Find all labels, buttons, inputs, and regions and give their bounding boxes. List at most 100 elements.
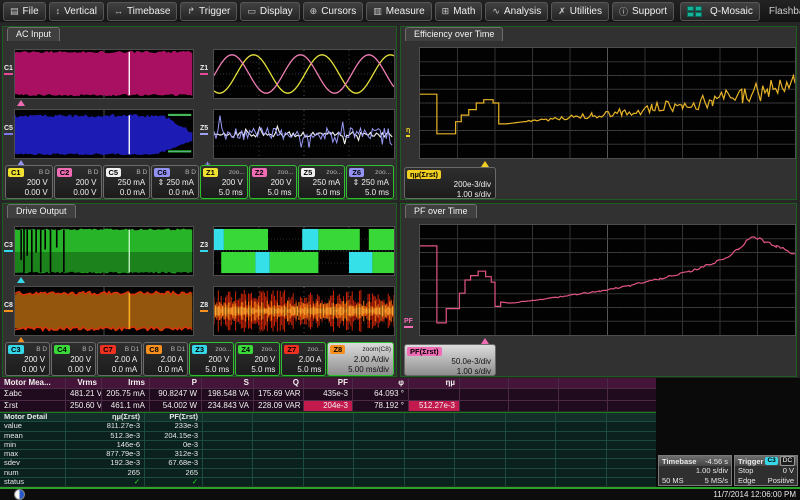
utilities-icon: ✗ [558, 6, 566, 17]
menu-item-label: Trigger [199, 6, 230, 17]
grid-pf-trend[interactable] [419, 224, 796, 336]
descriptor-Z5[interactable]: Z5zoo...250 mA5.0 ms [298, 165, 346, 199]
descriptor-ηµ(Σrst)[interactable]: ηµ(Σrst)200e-3/div1.00 s/div [404, 167, 496, 199]
measurement-value-empty [509, 401, 557, 411]
q-mosaic-button[interactable]: Q-Mosaic [680, 2, 760, 21]
descriptor-offset: 0.00 V [6, 365, 49, 375]
detail-col-empty [304, 413, 353, 421]
trigger-marker-c1[interactable] [17, 100, 25, 106]
detail-value: 233e-3 [145, 422, 202, 430]
descriptor-C3[interactable]: C3B D200 V0.00 V [5, 342, 50, 376]
descriptor-header: C8B D1 [144, 343, 187, 355]
menu-item-cursors[interactable]: ⊕Cursors [303, 2, 364, 21]
tab-pf[interactable]: PF over Time [405, 204, 477, 218]
descriptor-C1[interactable]: C1B D200 V0.00 V [5, 165, 53, 199]
grid-efficiency-trend[interactable] [419, 47, 796, 159]
descriptor-PF(Σrst)[interactable]: PF(Σrst)50.0e-3/div1.00 s/div [404, 344, 496, 376]
descriptor-Z3[interactable]: Z3zoo...200 V5.0 ms [189, 342, 234, 376]
descriptor-tag: zoo... [261, 346, 277, 353]
detail-col-empty [556, 413, 605, 421]
menu-item-support[interactable]: ⓘSupport [612, 2, 674, 21]
descriptor-header: Z8zoom(C8) [328, 343, 393, 355]
flashback-label[interactable]: Flashba... [769, 6, 800, 17]
menu-item-display[interactable]: ▭Display [240, 2, 299, 21]
descriptor-Z6[interactable]: Z6zoo...⇕ 250 mA5.0 ms [346, 165, 394, 199]
detail-col-empty [203, 413, 252, 421]
detail-value: 512.3e-3 [66, 432, 144, 440]
tab-efficiency[interactable]: Efficiency over Time [405, 27, 503, 41]
descriptor-scale: 200 V [201, 178, 247, 188]
detail-value: 0e-3 [145, 441, 202, 449]
trace-label-underline [200, 133, 208, 135]
grid-zoom-z3-z4[interactable] [213, 226, 395, 276]
descriptor-scale: 200 V [250, 178, 296, 188]
menu-item-label: Analysis [504, 6, 541, 17]
descriptor-Z1[interactable]: Z1zoo...200 V5.0 ms [200, 165, 248, 199]
channel-badge-C7: C7 [100, 345, 116, 354]
grid-zoom-z7-z8[interactable] [213, 286, 395, 336]
menu-item-timebase[interactable]: ↔Timebase [107, 2, 178, 21]
detail-value-empty [455, 469, 504, 477]
tab-drive-output[interactable]: Drive Output [7, 204, 76, 218]
detail-value-empty [506, 459, 555, 467]
trace-label-Z1: Z1 [200, 65, 208, 75]
detail-col-header: ηµ(Σrst) [66, 413, 144, 421]
trigger-type: Edge [738, 476, 756, 486]
detail-value-empty [556, 422, 605, 430]
detail-table-title: Motor Detail [0, 413, 65, 421]
detail-value-empty [455, 422, 504, 430]
descriptor-C7[interactable]: C7B D12.00 A0.0 mA [97, 342, 142, 376]
timebase-rate: 5 MS/s [705, 476, 728, 486]
menu-item-trigger[interactable]: ↱Trigger [180, 2, 237, 21]
menu-item-measure[interactable]: ▥Measure [366, 2, 431, 21]
descriptor-header: Z6zoo... [347, 166, 393, 178]
descriptor-Z7[interactable]: Z7zoo...2.00 A5.0 ms [281, 342, 326, 376]
descriptor-header: Z5zoo... [299, 166, 345, 178]
detail-value-empty [253, 422, 302, 430]
timebase-summary-box[interactable]: Timebase -4.56 s 1.00 s/div 50 MS 5 MS/s [658, 455, 732, 486]
tab-ac-input[interactable]: AC Input [7, 27, 60, 41]
descriptor-C4[interactable]: C4B D200 V0.00 V [51, 342, 96, 376]
grid-drive-current-c7-c8[interactable] [14, 286, 194, 336]
menu-item-utilities[interactable]: ✗Utilities [551, 2, 609, 21]
grid-ac-voltage-c1-c2[interactable] [14, 49, 194, 99]
descriptor-Z4[interactable]: Z4zoo...200 V5.0 ms [235, 342, 280, 376]
detail-value-empty [607, 469, 656, 477]
descriptor-C6[interactable]: C6B D⇕ 250 mA0.0 mA [151, 165, 199, 199]
descriptor-offset: 1.00 s/div [405, 190, 495, 199]
axis-label-underline [404, 326, 413, 328]
menu-item-vertical[interactable]: ↕Vertical [49, 2, 104, 21]
menu-item-label: Cursors [321, 6, 356, 17]
grid-zoom-z1-z2[interactable] [213, 49, 395, 99]
trigger-summary-box[interactable]: Trigger C3 DC Stop 0 V Edge Positive [734, 455, 798, 486]
descriptor-Z8[interactable]: Z8zoom(C8)2.00 A/div5.00 ms/div [327, 342, 394, 376]
math-icon: ⊞ [442, 6, 450, 17]
grid-ac-current-c5-c6[interactable] [14, 109, 194, 159]
motor-detail-table: Motor Detailηµ(Σrst)PF(Σrst)value811.27e… [0, 412, 656, 486]
descriptor-scale: 2.00 A [144, 355, 187, 365]
measurement-value: 204e-3 [304, 401, 352, 411]
detail-value-empty [506, 422, 555, 430]
menu-item-file[interactable]: ▤File [3, 2, 46, 21]
trigger-header: Trigger C3 DC [735, 456, 797, 466]
menu-item-label: Support [632, 6, 667, 17]
descriptor-Z2[interactable]: Z2zoo...200 V5.0 ms [249, 165, 297, 199]
detail-col-empty [405, 413, 454, 421]
descriptor-C2[interactable]: C2B D200 V0.00 V [54, 165, 102, 199]
detail-col-header: PF(Σrst) [145, 413, 202, 421]
descriptor-C5[interactable]: C5B D250 mA0.0 mA [103, 165, 151, 199]
descriptor-tag: zoom(C8) [362, 346, 391, 353]
menu-item-analysis[interactable]: ∿Analysis [485, 2, 548, 21]
descriptor-scale: 2.00 A/div [328, 355, 393, 365]
descriptor-scale: 200 V [52, 355, 95, 365]
grid-drive-voltage-c3-c4[interactable] [14, 226, 194, 276]
detail-value-empty [354, 441, 403, 449]
descriptor-tag: B D [82, 346, 93, 353]
descriptor-header: C1B D [6, 166, 52, 178]
descriptor-C8[interactable]: C8B D12.00 A0.0 mA [143, 342, 188, 376]
system-status-icon[interactable] [14, 489, 25, 500]
trigger-marker-c3[interactable] [17, 277, 25, 283]
grid-zoom-z5-z6[interactable] [213, 109, 395, 159]
menu-item-math[interactable]: ⊞Math [435, 2, 483, 21]
timebase-offset: -4.56 s [705, 457, 728, 466]
